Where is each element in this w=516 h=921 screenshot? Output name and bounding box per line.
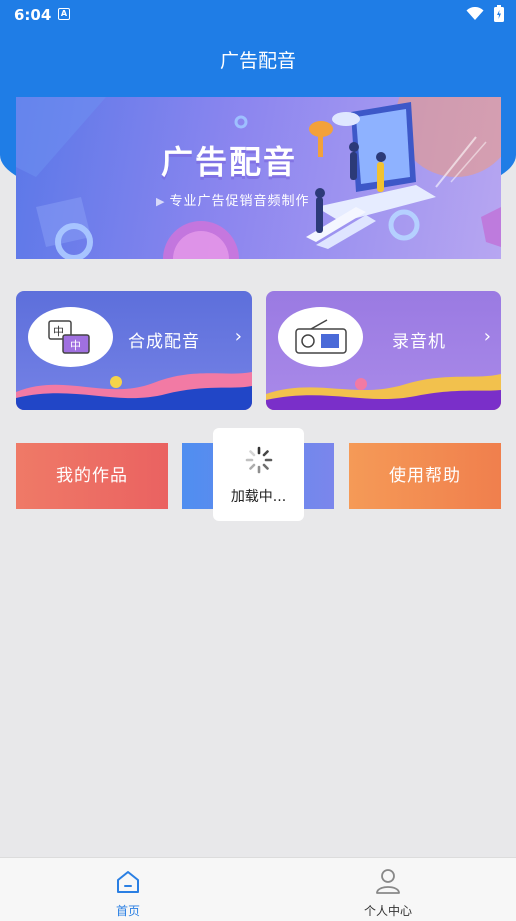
translate-voice-icon: 中 中 (48, 320, 90, 354)
nav-profile-label: 个人中心 (363, 904, 412, 918)
icon-char-bottom: 中 (70, 339, 81, 352)
battery-icon (494, 5, 504, 22)
banner-title: 广告配音 (161, 143, 298, 181)
promo-banner[interactable]: 广告配音 专业广告促销音频制作 (16, 97, 501, 259)
loading-text: 加载中... (230, 489, 287, 505)
bottom-nav: 首页 个人中心 (0, 857, 516, 921)
person-icon (376, 869, 400, 894)
nav-profile[interactable]: 个人中心 (328, 858, 448, 921)
nav-home-label: 首页 (115, 904, 140, 918)
recorder-icon-oval (278, 307, 363, 367)
page-title: 广告配音 (219, 50, 296, 72)
chevron-right-icon: › (234, 326, 242, 347)
card-wave-decoration (266, 374, 501, 410)
radio-icon (295, 319, 347, 354)
chevron-right-icon: › (483, 326, 491, 347)
status-bar: 6:04 A (0, 0, 516, 30)
help-tile[interactable]: 使用帮助 (349, 443, 501, 509)
app-notification-icon: A (58, 8, 70, 20)
recorder-card[interactable]: 录音机 › (266, 291, 501, 410)
synth-icon-oval: 中 中 (28, 307, 113, 367)
recorder-label: 录音机 (392, 332, 446, 352)
wifi-icon (466, 6, 484, 20)
icon-char-top: 中 (53, 325, 64, 338)
home-icon (117, 871, 139, 893)
synth-voice-card[interactable]: 中 中 合成配音 › (16, 291, 252, 410)
status-time: 6:04 (14, 6, 52, 24)
nav-home[interactable]: 首页 (68, 858, 188, 921)
card-wave-decoration (16, 372, 252, 410)
loading-toast: 加载中... (213, 428, 304, 521)
status-icons (466, 5, 504, 22)
synth-voice-label: 合成配音 (128, 332, 200, 352)
banner-subtitle: 专业广告促销音频制作 (156, 190, 309, 209)
spinner-icon (245, 446, 273, 474)
my-works-tile[interactable]: 我的作品 (16, 443, 168, 509)
